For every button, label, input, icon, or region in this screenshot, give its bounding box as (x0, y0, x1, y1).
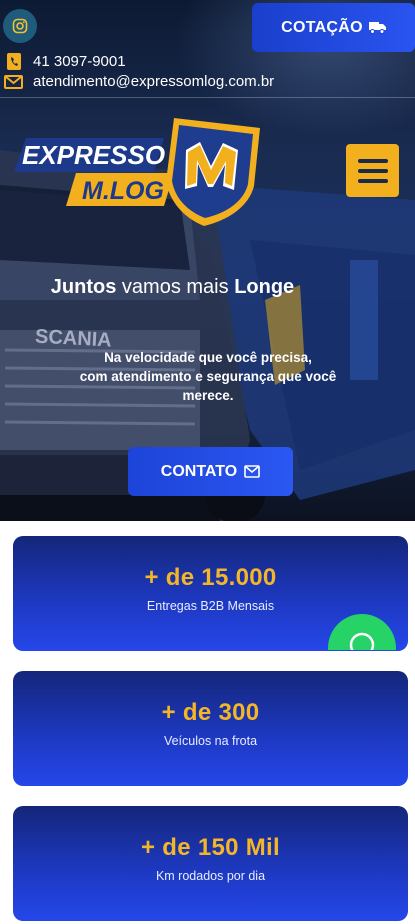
email-contact[interactable]: atendimento@expressomlog.com.br (4, 73, 274, 90)
envelope-icon (4, 73, 23, 90)
hamburger-menu-button[interactable] (346, 144, 399, 197)
hamburger-menu-icon (357, 158, 388, 163)
cotacao-label: COTAÇÃO (281, 18, 363, 36)
hero-banner: SCANIA COTAÇÃO 41 3097-9001 atendimento@… (0, 0, 415, 521)
phone-icon (4, 53, 23, 70)
headline-bold-longe: Longe (234, 276, 295, 298)
stat-value: + de 150 Mil (141, 834, 280, 861)
topbar-divider (0, 97, 415, 98)
logo-text-mlog: M.LOG (82, 177, 164, 205)
hero-subtitle: Na velocidade que você precisa, com aten… (52, 348, 364, 405)
hero-subtitle-line2: com atendimento e segurança que você (79, 369, 337, 384)
stat-value: + de 15.000 (144, 564, 277, 591)
cotacao-button[interactable]: COTAÇÃO (252, 3, 415, 52)
instagram-icon (12, 18, 28, 34)
stat-label: Veículos na frota (163, 734, 258, 748)
stat-label: Km rodados por dia (155, 869, 266, 883)
expresso-mlog-logo[interactable]: EXPRESSO M.LOG (14, 116, 264, 228)
logo-text-expresso: EXPRESSO (22, 140, 165, 170)
truck-icon (368, 22, 386, 34)
hero-headline: Juntos vamos mais Longe (0, 276, 345, 299)
envelope-icon (244, 465, 261, 478)
email-address: atendimento@expressomlog.com.br (33, 73, 275, 90)
whatsapp-icon (349, 632, 375, 650)
contato-button[interactable]: CONTATO (128, 447, 293, 496)
headline-middle: vamos mais (121, 276, 229, 298)
headline-bold-juntos: Juntos (50, 276, 117, 298)
stat-label: Entregas B2B Mensais (146, 599, 275, 613)
hero-subtitle-line1: Na velocidade que você precisa, (104, 350, 312, 365)
instagram-button[interactable] (3, 9, 37, 43)
hero-subtitle-line3: merece. (182, 388, 234, 403)
contato-label: CONTATO (160, 462, 238, 480)
stat-value: + de 300 (161, 699, 260, 726)
stat-card-km: + de 150 Mil Km rodados por dia (13, 806, 408, 921)
stat-card-veiculos: + de 300 Veículos na frota (13, 671, 408, 786)
phone-number: 41 3097-9001 (33, 53, 126, 70)
phone-contact[interactable]: 41 3097-9001 (4, 53, 126, 70)
